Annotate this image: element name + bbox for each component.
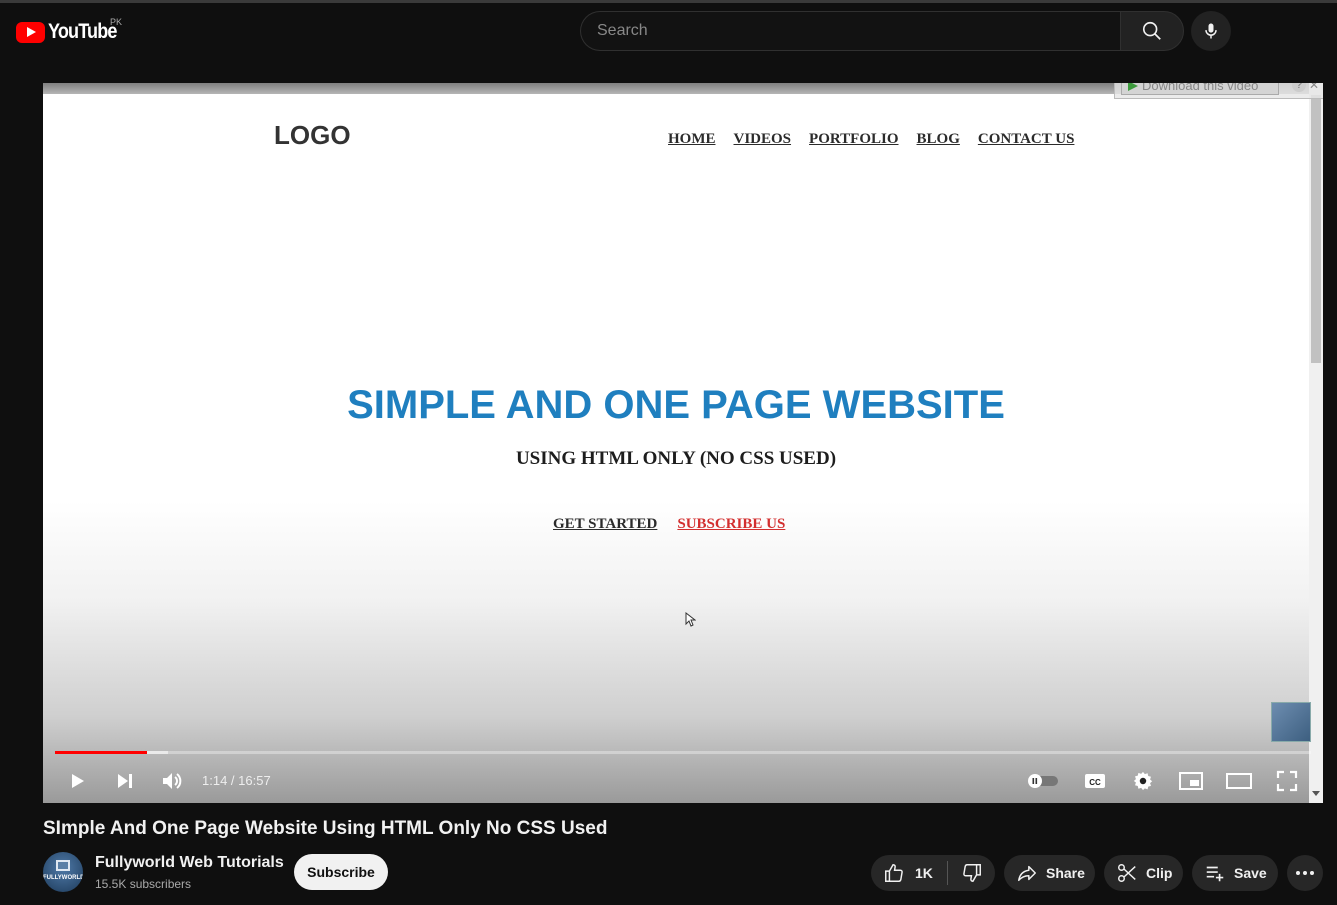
volume-icon [163, 773, 182, 789]
search-input[interactable] [581, 12, 1121, 50]
search-button[interactable] [1120, 11, 1184, 51]
video-player[interactable]: LOGO HOME VIDEOS PORTFOLIO BLOG CONTACT … [43, 83, 1323, 803]
theater-mode-button[interactable] [1222, 765, 1256, 797]
video-frame: LOGO HOME VIDEOS PORTFOLIO BLOG CONTACT … [43, 83, 1309, 803]
captions-button[interactable]: CC [1078, 765, 1112, 797]
mute-button[interactable] [155, 765, 189, 797]
site-nav-blog: BLOG [916, 131, 960, 147]
download-overlay: Download this video ? ✕ [1114, 83, 1323, 99]
more-actions-button[interactable] [1287, 855, 1323, 891]
captions-icon: CC [1085, 774, 1105, 788]
video-title: SImple And One Page Website Using HTML O… [43, 818, 608, 839]
share-icon [1018, 865, 1036, 882]
download-help-icon[interactable]: ? [1292, 83, 1306, 92]
autoplay-toggle[interactable] [1025, 765, 1061, 797]
site-hero-title: SIMPLE AND ONE PAGE WEBSITE [347, 383, 1005, 427]
next-icon [118, 774, 132, 788]
site-nav-contact: CONTACT US [977, 131, 1075, 147]
subscribe-button[interactable]: Subscribe [294, 854, 388, 890]
more-horizontal-icon [1296, 871, 1314, 875]
like-button[interactable]: 1K [871, 855, 933, 891]
youtube-play-icon [16, 21, 45, 43]
mouse-cursor-icon [685, 612, 696, 627]
svg-text:CC: CC [1089, 778, 1101, 787]
download-close-icon[interactable]: ✕ [1309, 83, 1321, 92]
share-label: Share [1046, 865, 1085, 881]
save-label: Save [1234, 865, 1267, 881]
channel-watermark[interactable] [1271, 702, 1311, 742]
like-count: 1K [915, 865, 933, 881]
clip-label: Clip [1146, 865, 1173, 881]
like-dislike-group: 1K [871, 855, 995, 891]
progress-played [55, 751, 147, 754]
download-label: Download this video [1142, 83, 1259, 93]
channel-name[interactable]: Fullyworld Web Tutorials [95, 854, 284, 872]
clip-button[interactable]: Clip [1104, 855, 1183, 891]
avatar-text: FULLYWORLD [43, 875, 83, 881]
video-scrollbar [1309, 83, 1323, 803]
site-links: GET STARTED SUBSCRIBE US [553, 516, 785, 533]
microphone-icon [1205, 23, 1217, 39]
channel-avatar[interactable]: FULLYWORLD [43, 852, 83, 892]
fullscreen-button[interactable] [1270, 765, 1304, 797]
gear-icon [1133, 771, 1153, 791]
play-button[interactable] [60, 765, 94, 797]
region-code: PK [110, 17, 123, 27]
voice-search-button[interactable] [1191, 11, 1231, 51]
theater-icon [1226, 773, 1252, 789]
save-button[interactable]: Save [1192, 855, 1278, 891]
site-nav-home: HOME [668, 131, 716, 147]
masthead: YouTube PK [0, 3, 1337, 59]
download-video-button[interactable]: Download this video [1121, 83, 1279, 95]
video-scrollbar-thumb [1311, 95, 1321, 363]
site-hero-subtitle: USING HTML ONLY (NO CSS USED) [515, 448, 837, 469]
share-button[interactable]: Share [1004, 855, 1095, 891]
dislike-button[interactable] [948, 855, 983, 891]
site-get-started-link: GET STARTED [553, 516, 658, 532]
site-nav-videos: VIDEOS [733, 131, 792, 147]
site-logo: LOGO [274, 120, 351, 150]
play-icon [72, 774, 84, 788]
time-display: 1:14 / 16:57 [202, 773, 271, 788]
thumbs-up-icon [885, 864, 903, 882]
site-nav: HOME VIDEOS PORTFOLIO BLOG CONTACT US [668, 131, 1074, 148]
thumbs-down-icon [963, 864, 981, 882]
playlist-add-icon [1206, 866, 1224, 882]
channel-logo-icon [56, 860, 70, 871]
subscriber-count: 15.5K subscribers [95, 877, 192, 891]
logo-text: YouTube [48, 20, 117, 43]
site-nav-portfolio: PORTFOLIO [809, 131, 899, 147]
settings-button[interactable] [1126, 765, 1160, 797]
next-button[interactable] [108, 765, 142, 797]
scissors-icon [1118, 864, 1136, 882]
search-box [580, 11, 1121, 51]
miniplayer-button[interactable] [1174, 765, 1208, 797]
site-subscribe-link: SUBSCRIBE US [677, 516, 786, 532]
autoplay-toggle-icon [1028, 774, 1058, 788]
search-icon [1142, 21, 1161, 40]
fullscreen-icon [1276, 770, 1298, 792]
progress-bar[interactable] [55, 751, 1311, 754]
miniplayer-icon [1179, 772, 1203, 790]
player-controls: 1:14 / 16:57 CC [43, 759, 1323, 803]
